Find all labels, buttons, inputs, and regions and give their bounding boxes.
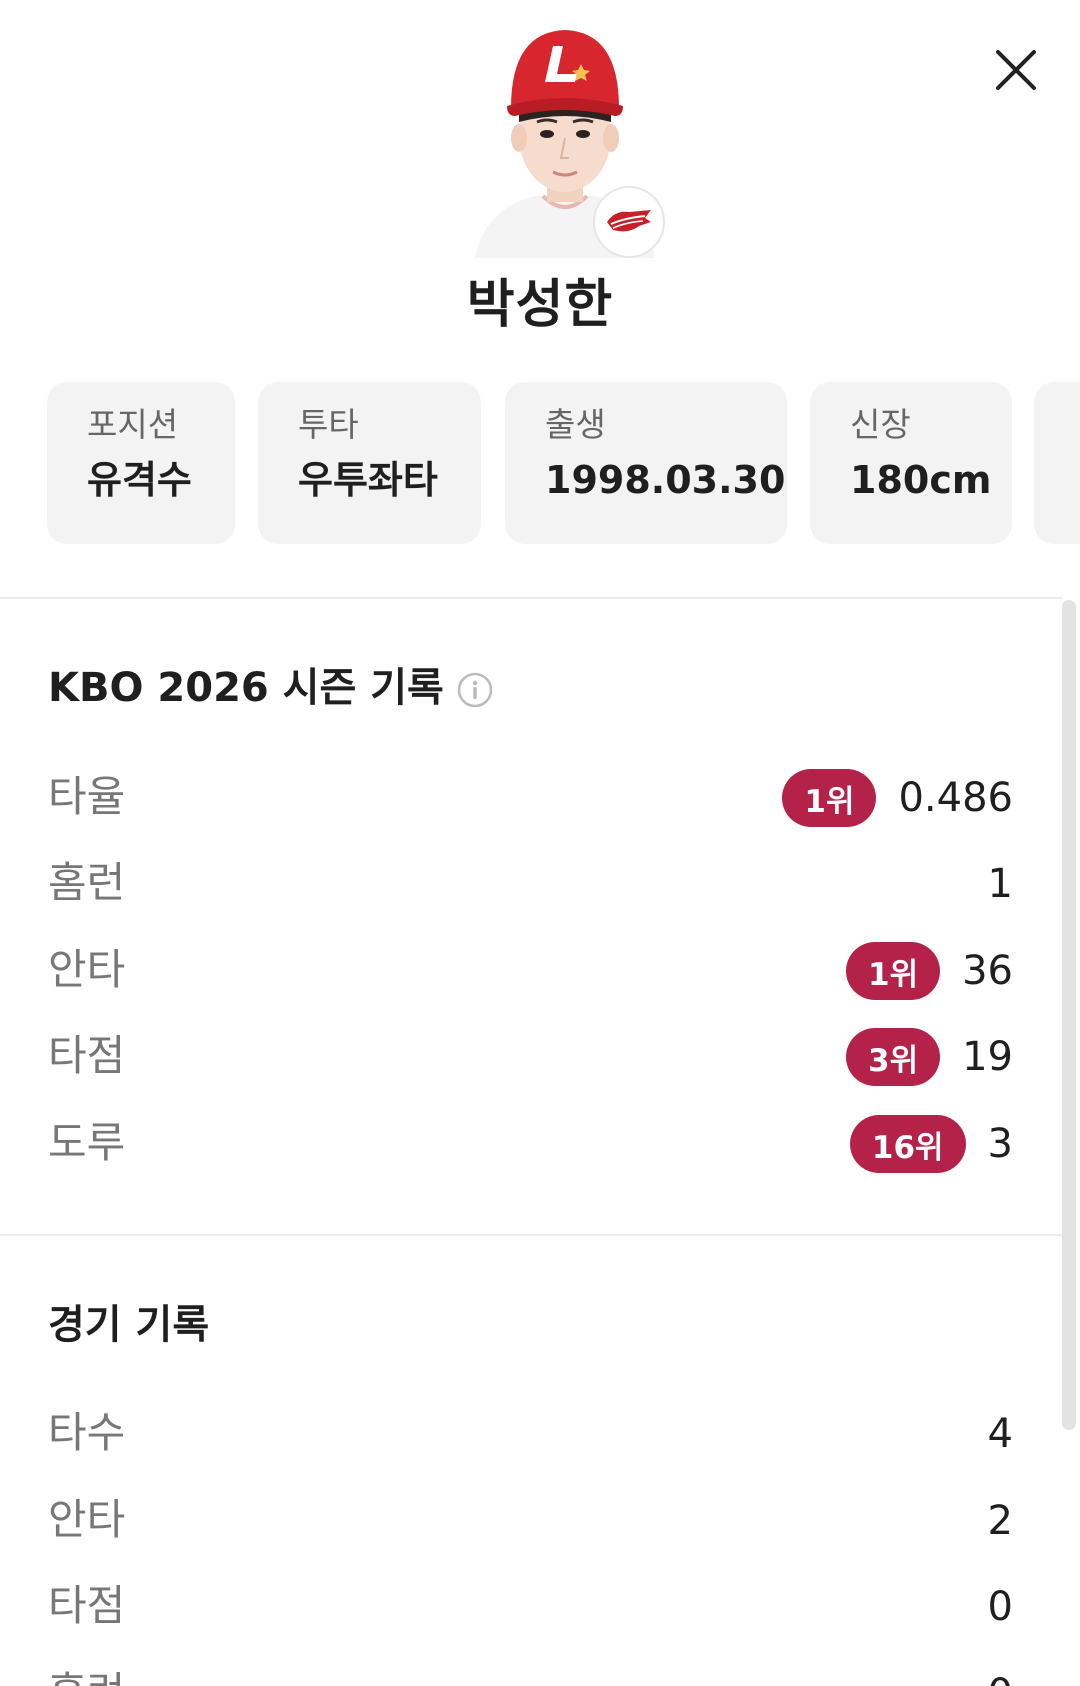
season-stat-row-sb: 도루 16위 3 (48, 1114, 1013, 1184)
game-stat-row-hr: 홈런 0 (48, 1664, 1013, 1686)
info-card-position: 포지션 유격수 (47, 382, 235, 544)
close-icon (996, 50, 1036, 90)
player-detail-sheet: 박성한 포지션 유격수 투타 우투좌타 출생 1998.03.30 신장 180… (0, 0, 1080, 1686)
game-stat-row-ab: 타수 4 (48, 1404, 1013, 1474)
info-card-birth: 출생 1998.03.30 (505, 382, 787, 544)
season-stat-row-rbi: 타점 3위 19 (48, 1027, 1013, 1097)
player-photo (455, 18, 675, 258)
stat-value: 3 (987, 1121, 1013, 1167)
info-card-next-partial (1034, 382, 1080, 544)
info-card-value: 유격수 (87, 458, 192, 502)
player-name: 박성한 (466, 275, 614, 335)
stat-label: 안타 (48, 945, 126, 994)
stat-label: 홈런 (48, 858, 126, 907)
section-divider (0, 1234, 1062, 1236)
stat-label: 타점 (48, 1581, 126, 1630)
rank-badge: 3위 (846, 1028, 941, 1086)
info-card-height: 신장 180cm (810, 382, 1012, 544)
info-card-label: 신장 (850, 405, 911, 444)
game-stat-row-hits: 안타 2 (48, 1491, 1013, 1561)
info-card-value: 1998.03.30 (545, 458, 786, 502)
section-divider (0, 597, 1062, 599)
info-card-label: 포지션 (87, 405, 179, 444)
info-card-bats-throws: 투타 우투좌타 (258, 382, 481, 544)
rank-badge: 1위 (782, 769, 877, 827)
season-stat-row-hr: 홈런 1 (48, 854, 1013, 924)
info-card-value: 180cm (850, 458, 992, 502)
rank-badge: 1위 (846, 942, 941, 1000)
stat-label: 홈런 (48, 1672, 125, 1686)
rank-badge: 16위 (849, 1115, 966, 1173)
game-stats-title: 경기 기록 (48, 1302, 210, 1348)
player-info-cards[interactable]: 포지션 유격수 투타 우투좌타 출생 1998.03.30 신장 180cm (47, 382, 1080, 544)
game-stat-row-rbi: 타점 0 (48, 1577, 1013, 1647)
info-icon[interactable] (456, 671, 494, 709)
stat-label: 안타 (48, 1495, 126, 1544)
stat-label: 도루 (48, 1118, 126, 1167)
info-card-label: 투타 (298, 405, 359, 444)
stat-value: 4 (987, 1411, 1013, 1457)
close-button[interactable] (990, 44, 1042, 96)
stat-label: 타수 (48, 1408, 126, 1457)
stat-value: 0.486 (898, 775, 1013, 821)
landers-logo-icon (597, 190, 661, 254)
season-stat-row-hits: 안타 1위 36 (48, 941, 1013, 1011)
stat-value: 1 (987, 861, 1013, 907)
stat-label: 타율 (48, 772, 126, 821)
stat-label: 타점 (48, 1031, 126, 1080)
season-stat-row-avg: 타율 1위 0.486 (48, 768, 1013, 838)
info-card-label: 출생 (545, 405, 606, 444)
stat-value: 0 (987, 1584, 1013, 1630)
season-stats-title: KBO 2026 시즌 기록 (48, 668, 494, 709)
scrollbar[interactable] (1062, 600, 1076, 1430)
season-stats-title-text: KBO 2026 시즌 기록 (48, 665, 444, 711)
stat-value: 0 (988, 1674, 1013, 1686)
info-card-value: 우투좌타 (298, 458, 438, 502)
stat-value: 19 (962, 1034, 1013, 1080)
team-logo-badge (593, 186, 665, 258)
stat-value: 2 (987, 1498, 1013, 1544)
stat-value: 36 (962, 948, 1013, 994)
